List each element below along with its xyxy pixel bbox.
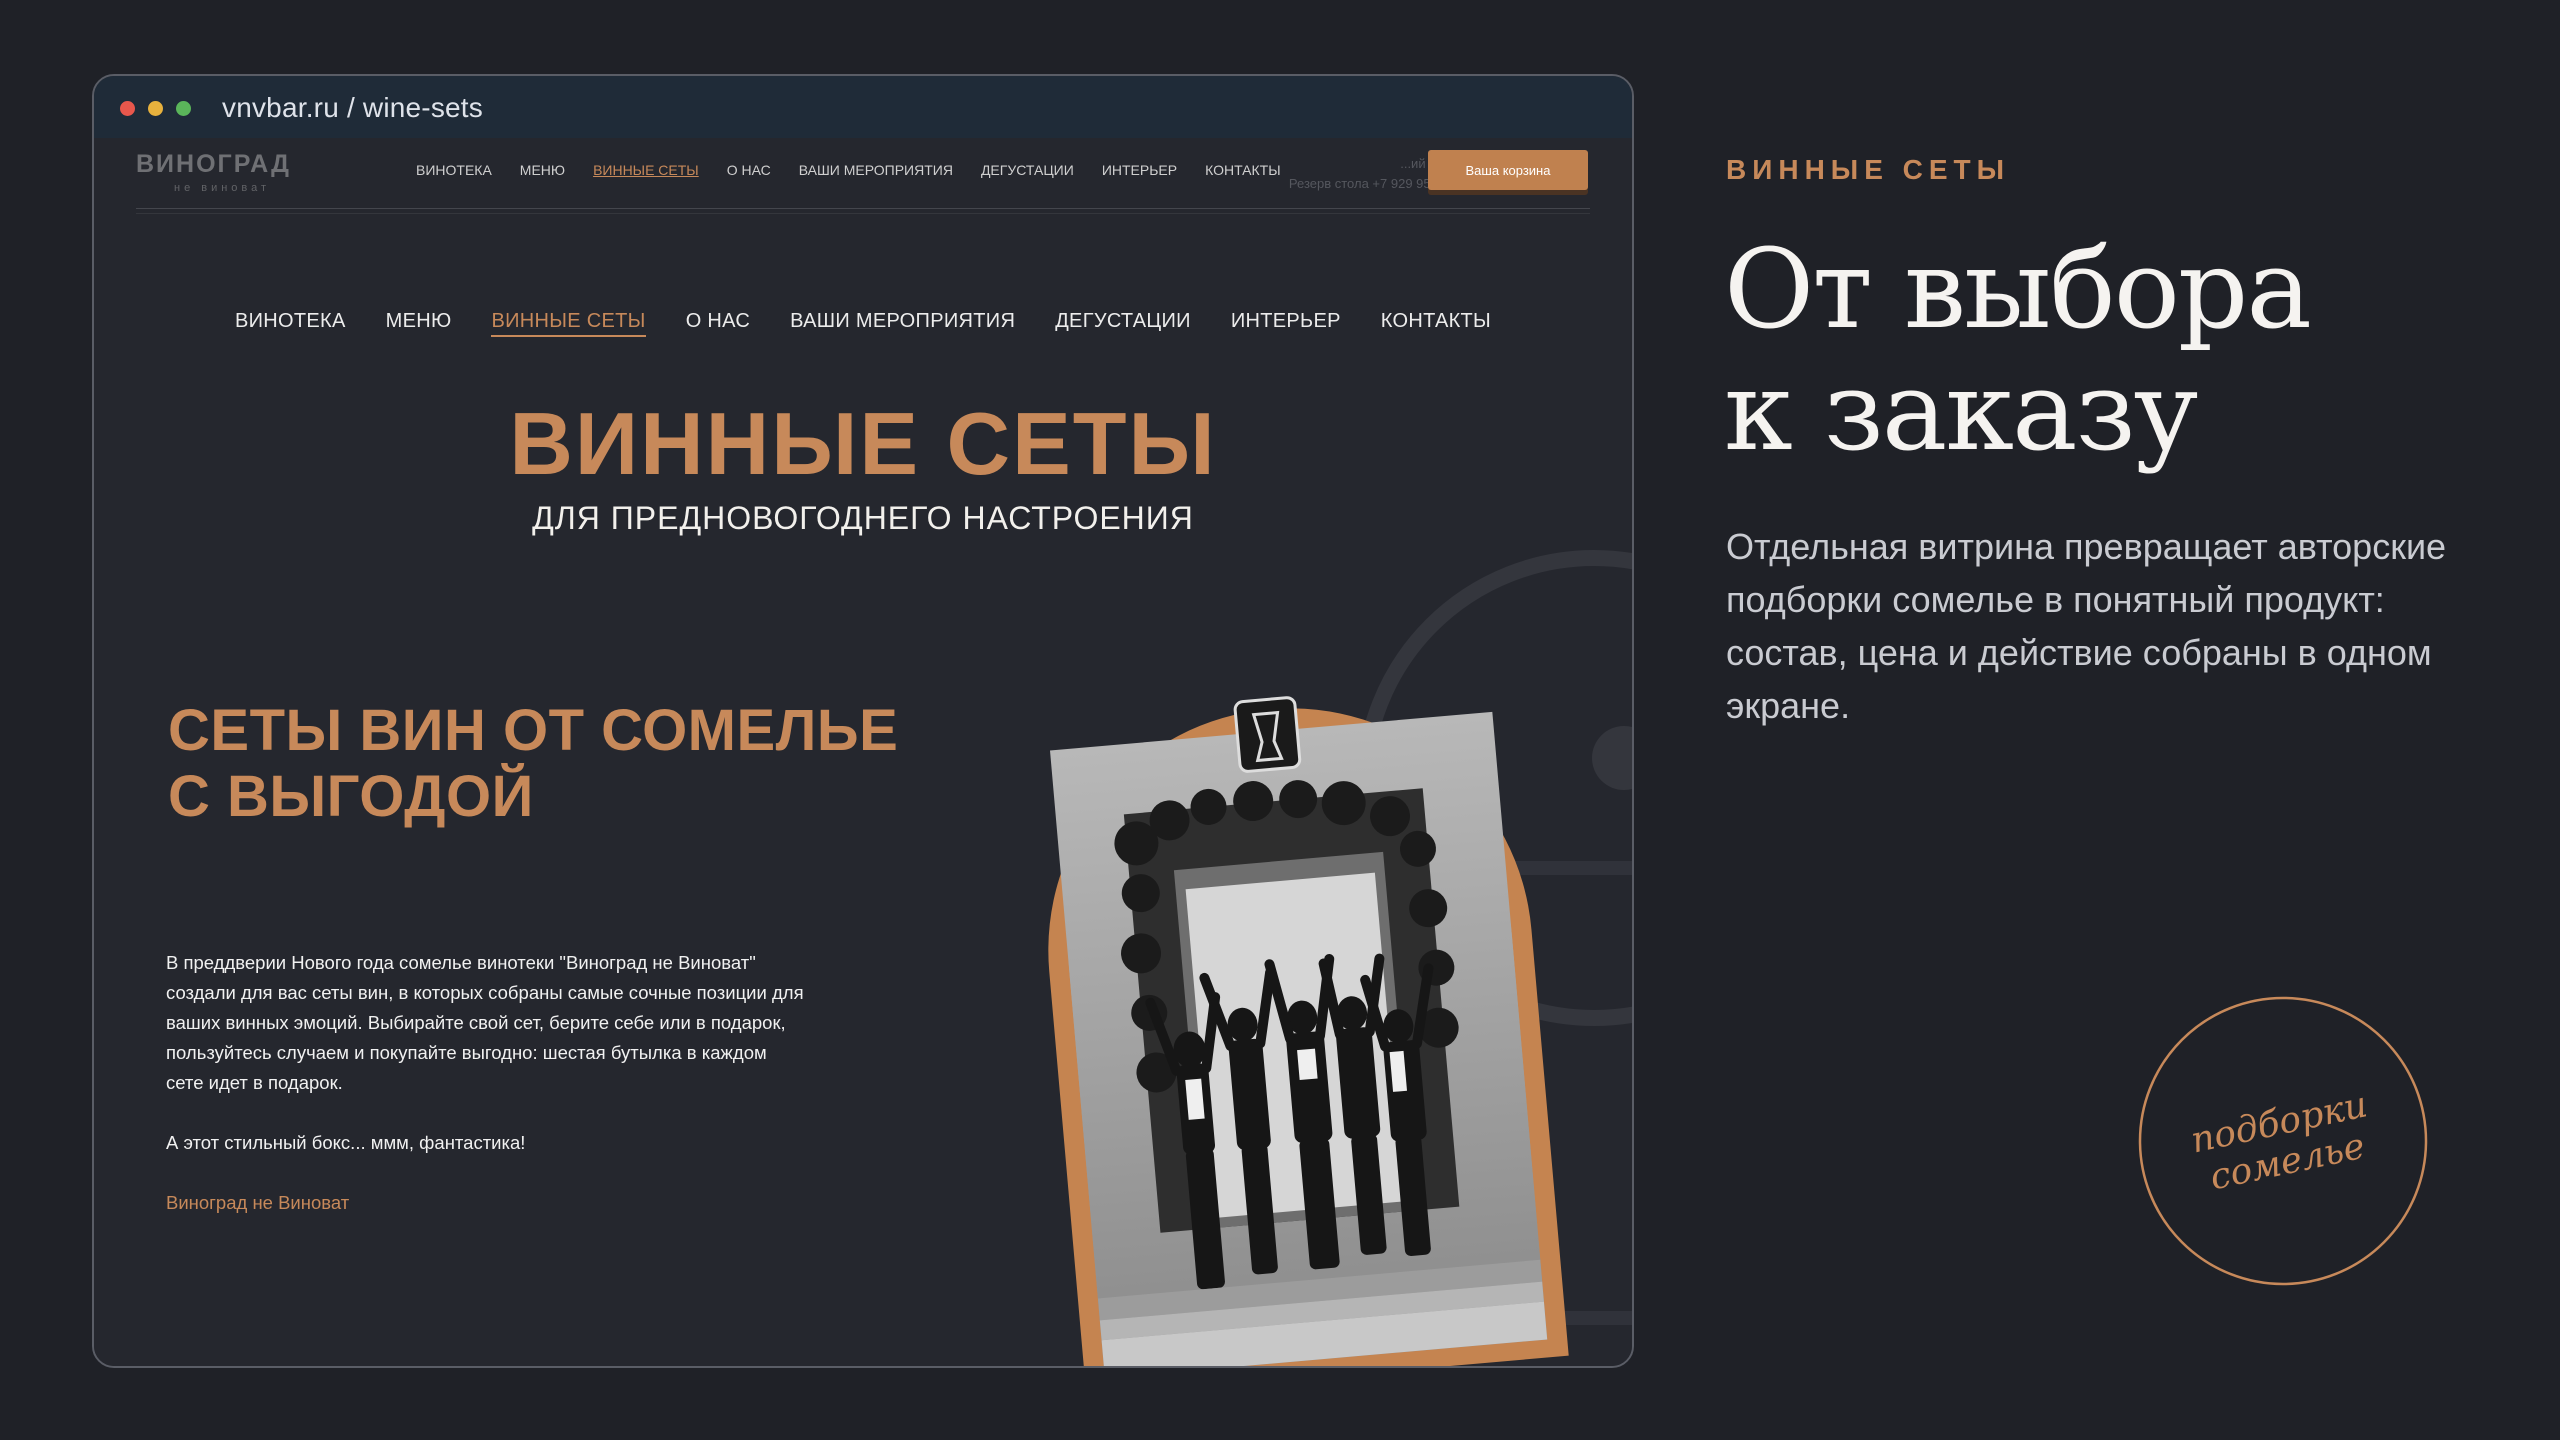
panel-headline-line-1: От выбора	[1724, 225, 2312, 353]
hero-subtitle: ДЛЯ ПРЕДНОВОГОДНЕГО НАСТРОЕНИЯ	[532, 500, 1194, 536]
browser-titlebar: vnvbar.ru / wine-sets	[94, 76, 1632, 139]
nav-item-contacts[interactable]: КОНТАКТЫ	[1381, 310, 1491, 333]
section-body-secondary: А этот стильный бокс... ммм, фантастика!	[166, 1132, 526, 1153]
logo-wordmark: ВИНОГРАД	[136, 150, 291, 178]
header-nav-item-wine-sets[interactable]: ВИННЫЕ СЕТЫ	[593, 162, 699, 178]
panel-headline: От выбора к заказу	[1724, 228, 2504, 472]
nav-item-interior[interactable]: ИНТЕРЬЕР	[1231, 310, 1341, 333]
minimize-window-button[interactable]	[148, 101, 163, 116]
nav-item-vinoteka[interactable]: ВИНОТЕКА	[235, 310, 346, 333]
header-nav-item-tastings[interactable]: ДЕГУСТАЦИИ	[981, 162, 1074, 178]
address-bar[interactable]: vnvbar.ru / wine-sets	[222, 92, 483, 124]
section-body: В преддверии Нового года сомелье винотек…	[166, 952, 804, 1093]
nav-item-about[interactable]: О НАС	[686, 310, 750, 333]
header-divider-secondary	[136, 213, 1590, 214]
nav-item-events[interactable]: ВАШИ МЕРОПРИЯТИЯ	[790, 310, 1015, 333]
logo-tagline: не виноват	[174, 182, 271, 194]
header-nav-item-events[interactable]: ВАШИ МЕРОПРИЯТИЯ	[799, 162, 953, 178]
nav-item-tastings[interactable]: ДЕГУСТАЦИИ	[1055, 310, 1191, 333]
header-nav-item-vinoteka[interactable]: ВИНОТЕКА	[416, 162, 492, 178]
site-logo[interactable]: ВИНОГРАД не виноват	[136, 150, 316, 204]
section-title-line-2: С ВЫГОДОЙ	[168, 764, 534, 829]
panel-description: Отдельная витрина превращает авторские п…	[1726, 526, 2447, 726]
section-title: СЕТЫ ВИН ОТ СОМЕЛЬЕ С ВЫГОДОЙ	[168, 698, 968, 830]
maximize-window-button[interactable]	[176, 101, 191, 116]
nav-item-menu[interactable]: МЕНЮ	[386, 310, 452, 333]
nav-item-wine-sets[interactable]: ВИННЫЕ СЕТЫ	[491, 310, 646, 337]
panel-headline-line-2: к заказу	[1724, 347, 2198, 475]
header-nav: ВИНОТЕКА МЕНЮ ВИННЫЕ СЕТЫ О НАС ВАШИ МЕРОПРИ…	[416, 162, 1309, 180]
main-nav: ВИНОТЕКА МЕНЮ ВИННЫЕ СЕТЫ О НАС ВАШИ МЕРОПРИ…	[94, 310, 1632, 337]
header-divider	[136, 208, 1590, 209]
hero-title: ВИННЫЕ СЕТЫ	[509, 394, 1217, 493]
sticky-header: ВИНОГРАД не виноват ВИНОТЕКА МЕНЮ ВИННЫЕ С…	[94, 138, 1632, 214]
section-signature-link[interactable]: Виноград не Виноват	[166, 1192, 349, 1214]
wine-team-photo	[1048, 696, 1569, 1366]
header-nav-item-interior[interactable]: ИНТЕРЬЕР	[1102, 162, 1177, 178]
close-window-button[interactable]	[120, 101, 135, 116]
cart-button[interactable]: Ваша корзина	[1428, 150, 1588, 190]
header-nav-item-about[interactable]: О НАС	[727, 162, 771, 178]
header-nav-item-menu[interactable]: МЕНЮ	[520, 162, 565, 178]
sommelier-stamp: подборки сомелье	[2138, 996, 2428, 1286]
browser-window: vnvbar.ru / wine-sets ВИНОГРАД не винова…	[92, 74, 1634, 1368]
section-title-line-1: СЕТЫ ВИН ОТ СОМЕЛЬЕ	[168, 698, 899, 763]
web-page: ВИНОГРАД не виноват ВИНОТЕКА МЕНЮ ВИННЫЕ С…	[94, 138, 1632, 1366]
panel-kicker: ВИННЫЕ СЕТЫ	[1726, 154, 2011, 185]
